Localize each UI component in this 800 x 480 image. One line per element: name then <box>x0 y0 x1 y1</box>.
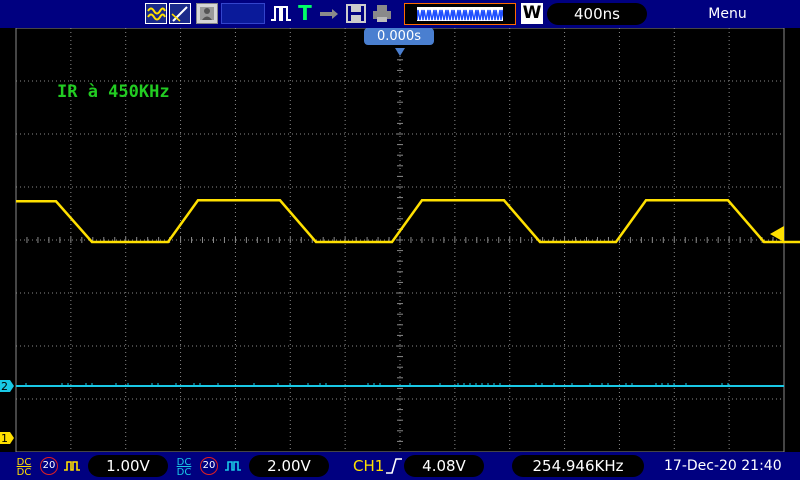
trigger-source-label[interactable]: CH1 <box>353 457 384 475</box>
ch1-bw-limit-badge[interactable]: 20 <box>40 457 58 475</box>
wave-mode-icon[interactable] <box>145 3 167 24</box>
ch1-trace <box>16 199 800 244</box>
cursor-icon[interactable] <box>169 3 191 24</box>
rising-edge-icon[interactable] <box>385 457 403 475</box>
timebase-display[interactable]: 400ns <box>547 3 647 25</box>
ch1-volts-display[interactable]: 1.00V <box>88 455 168 477</box>
frequency-display: 254.946KHz <box>512 455 644 477</box>
print-icon[interactable] <box>371 3 393 24</box>
scope-display: 2 1 0.000s IR à 450KHz <box>0 27 800 453</box>
waveform-strip-icon[interactable] <box>404 3 516 25</box>
person-icon[interactable] <box>196 3 218 24</box>
ch2-pulse-icon[interactable] <box>224 459 242 473</box>
datetime-display: 17-Dec-20 21:40 <box>664 458 782 474</box>
ch2-coupling-icon[interactable]: DC DC <box>175 458 193 478</box>
ch2-marker-label: 2 <box>1 380 8 393</box>
arrow-icon[interactable] <box>318 3 340 24</box>
ch2-bw-limit-badge[interactable]: 20 <box>200 457 218 475</box>
trigger-position-marker-icon <box>395 48 405 56</box>
trigger-level-display[interactable]: 4.08V <box>404 455 484 477</box>
ch1-pulse-icon[interactable] <box>63 459 81 473</box>
ch1-marker-label: 1 <box>1 432 8 445</box>
ch1-coupling-icon[interactable]: DC DC <box>15 458 33 478</box>
blank-icon[interactable] <box>221 3 265 24</box>
top-toolbar: T W 400ns Menu <box>0 0 800 28</box>
trigger-icon[interactable]: T <box>296 3 314 24</box>
ch2-volts-display[interactable]: 2.00V <box>249 455 329 477</box>
status-bar: DC DC 20 1.00V DC DC 20 2.00V CH1 4.08V … <box>0 452 800 480</box>
save-icon[interactable] <box>345 3 367 24</box>
w-icon[interactable]: W <box>521 3 543 24</box>
trigger-position-label: 0.000s <box>364 28 434 45</box>
menu-button[interactable]: Menu <box>690 4 765 24</box>
annotation-text: IR à 450KHz <box>57 82 170 102</box>
pulse-icon[interactable] <box>270 3 292 24</box>
